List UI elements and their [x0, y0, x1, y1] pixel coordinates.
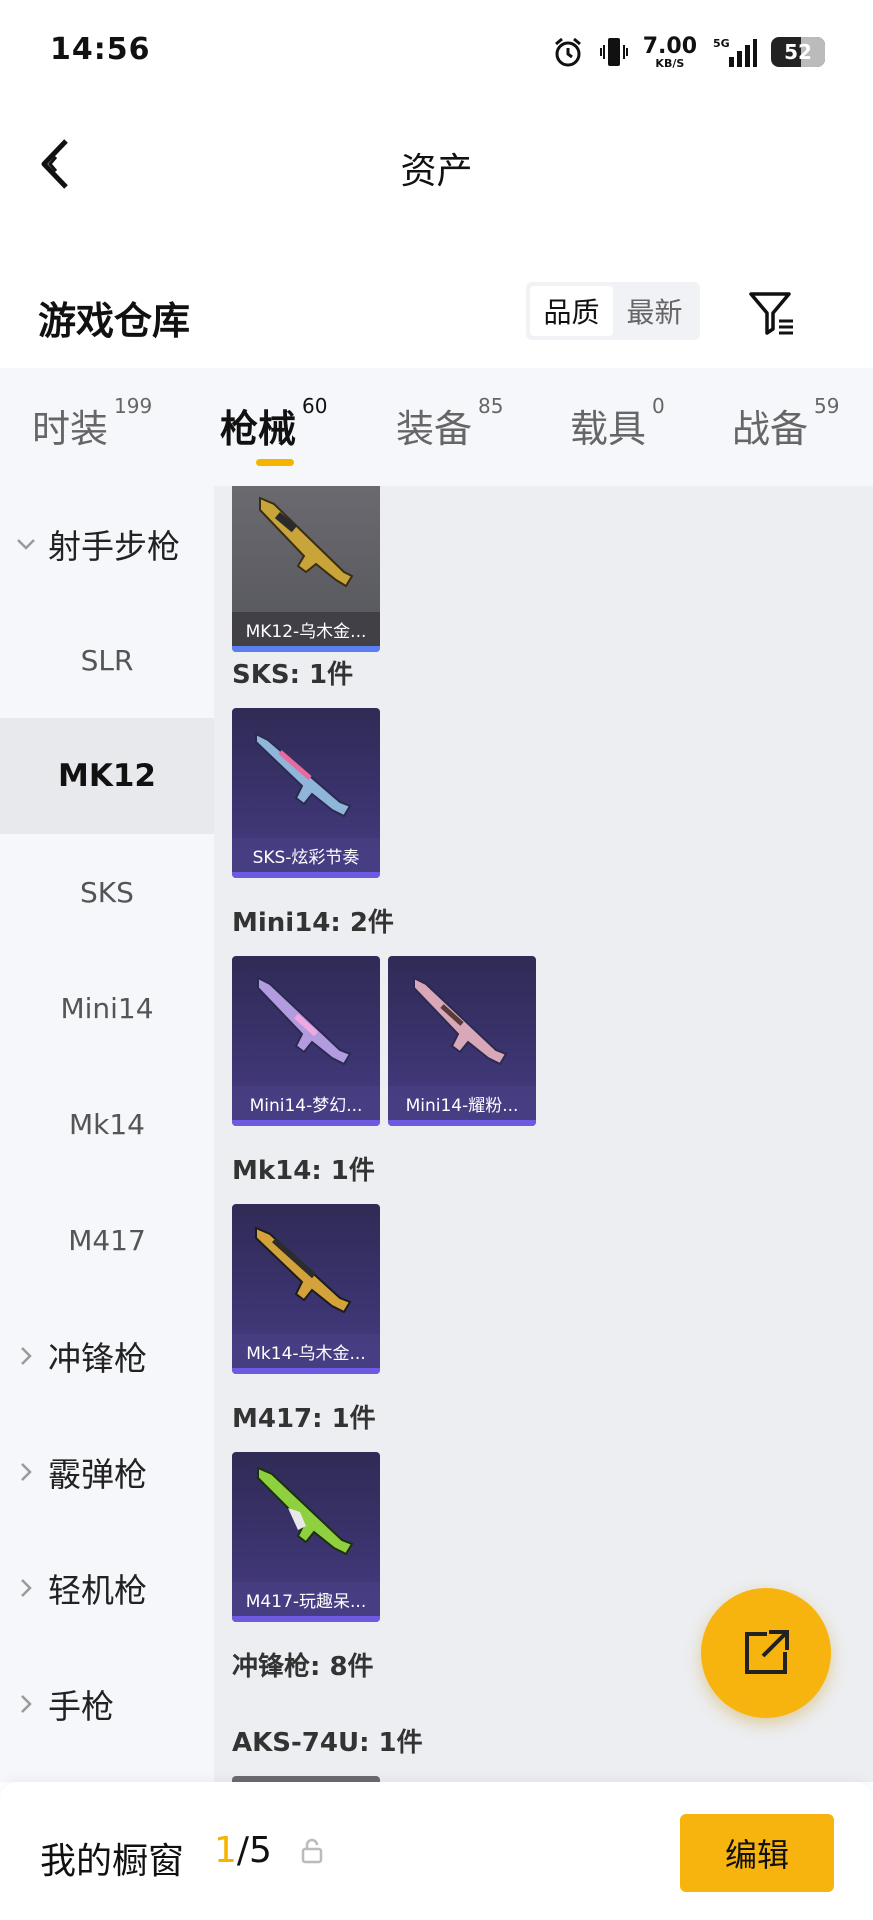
tab-fashion[interactable]: 时装 199 [32, 394, 152, 453]
sort-toggle: 品质 最新 [526, 282, 700, 340]
lock-icon [301, 1838, 323, 1864]
svg-text:5G: 5G [713, 37, 730, 50]
item-card-mk14[interactable]: Mk14-乌木金... [232, 1204, 380, 1374]
group-label-mk14: Mk14: 1件 [232, 1156, 375, 1186]
item-card-mk12[interactable]: MK12-乌木金... [232, 486, 380, 652]
chevron-down-icon [16, 534, 36, 554]
tab-active-indicator [256, 459, 294, 466]
sidebar-group-smg[interactable]: 冲锋枪 [0, 1298, 214, 1414]
chevron-right-icon [16, 1346, 36, 1366]
chevron-right-icon [16, 1694, 36, 1714]
edit-button[interactable]: 编辑 [680, 1814, 834, 1892]
item-card-m417[interactable]: M417-玩趣呆... [232, 1452, 380, 1622]
sidebar-group-shotgun[interactable]: 霰弹枪 [0, 1414, 214, 1530]
tab-firearms[interactable]: 枪械 60 [220, 394, 327, 453]
status-icons: 7.00 KB/S 5G 52 [551, 30, 825, 74]
sidebar-item-mk12[interactable]: MK12 [0, 718, 214, 834]
sort-quality-option[interactable]: 品质 [530, 286, 613, 336]
chevron-right-icon [16, 1462, 36, 1482]
status-bar: 14:56 7.00 KB/S 5G 52 [0, 0, 873, 104]
sidebar-group-pistol[interactable]: 手枪 [0, 1646, 214, 1762]
battery-icon: 52 [771, 37, 825, 67]
external-link-icon [745, 1630, 789, 1674]
filter-button[interactable] [744, 286, 800, 342]
sidebar-item-slr[interactable]: SLR [0, 602, 214, 718]
item-card-sks[interactable]: SKS-炫彩节奏 [232, 708, 380, 878]
group-label-aks74u: AKS-74U: 1件 [232, 1728, 423, 1758]
sidebar-item-mini14[interactable]: Mini14 [0, 950, 214, 1066]
group-label-sks: SKS: 1件 [232, 660, 354, 690]
tab-supplies[interactable]: 战备 59 [732, 394, 839, 453]
sidebar-item-mk14[interactable]: Mk14 [0, 1066, 214, 1182]
showcase-count: 1/5 [214, 1830, 272, 1871]
category-tabs: 时装 199 枪械 60 装备 85 载具 0 战备 59 [0, 368, 873, 486]
rifle-icon [257, 1466, 354, 1556]
signal-5g-icon: 5G [711, 35, 757, 69]
sidebar-item-m417[interactable]: M417 [0, 1182, 214, 1298]
group-label-m417: M417: 1件 [232, 1404, 376, 1434]
filter-icon [749, 292, 793, 335]
header: 资产 [0, 104, 873, 224]
vibrate-icon [599, 35, 629, 69]
rifle-icon [259, 496, 354, 588]
sidebar-group-lmg[interactable]: 轻机枪 [0, 1530, 214, 1646]
group-label-mini14: Mini14: 2件 [232, 908, 394, 938]
showcase-bar: 我的橱窗 1/5 编辑 [0, 1782, 873, 1920]
rifle-icon [257, 976, 352, 1066]
tab-vehicles[interactable]: 载具 0 [570, 394, 665, 453]
warehouse-title: 游戏仓库 [38, 299, 191, 343]
tab-equipment[interactable]: 装备 85 [396, 394, 503, 453]
rifle-icon [255, 732, 352, 818]
share-fab[interactable] [701, 1588, 831, 1718]
item-card-mini14-2[interactable]: Mini14-耀粉... [388, 956, 536, 1126]
showcase-title: 我的橱窗 [40, 1841, 185, 1882]
rifle-icon [413, 976, 508, 1066]
sort-newest-option[interactable]: 最新 [613, 286, 696, 336]
net-speed: 7.00 KB/S [642, 33, 697, 70]
warehouse-row: 游戏仓库 品质 最新 [0, 268, 873, 368]
sidebar: 射手步枪 SLR MK12 SKS Mini14 Mk14 M417 冲锋枪 霰… [0, 486, 214, 1782]
chevron-right-icon [16, 1578, 36, 1598]
status-time: 14:56 [50, 32, 151, 67]
item-card-mini14-1[interactable]: Mini14-梦幻... [232, 956, 380, 1126]
sidebar-item-sks[interactable]: SKS [0, 834, 214, 950]
group-label-smg: 冲锋枪: 8件 [232, 1652, 374, 1682]
alarm-icon [551, 35, 585, 69]
sidebar-group-marksman[interactable]: 射手步枪 [0, 486, 214, 602]
rifle-icon [255, 1226, 352, 1314]
page-title: 资产 [400, 151, 473, 192]
